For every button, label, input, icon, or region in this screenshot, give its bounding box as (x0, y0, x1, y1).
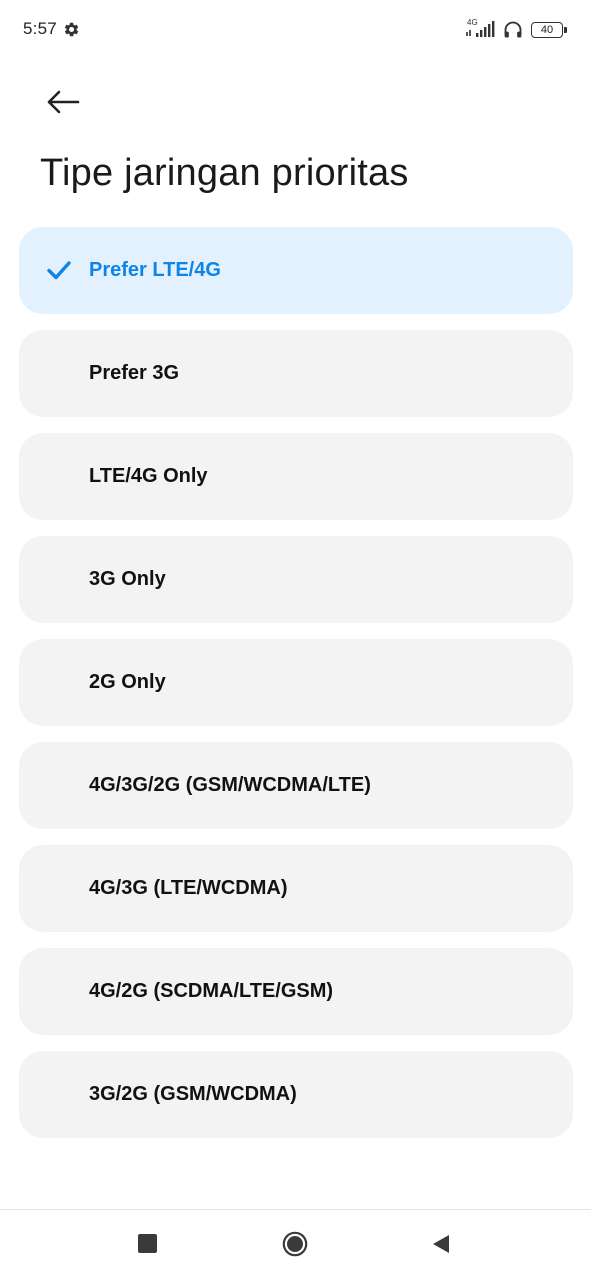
option-4g-3g-2g[interactable]: 4G/3G/2G (GSM/WCDMA/LTE) (19, 742, 573, 829)
headphones-icon (504, 21, 522, 38)
option-label: 4G/3G/2G (GSM/WCDMA/LTE) (89, 774, 371, 796)
option-prefer-3g[interactable]: Prefer 3G (19, 330, 573, 417)
recents-square-icon[interactable] (138, 1234, 157, 1253)
status-icons: 4G 40 (465, 18, 567, 42)
page-title: Tipe jaringan prioritas (40, 152, 409, 194)
back-triangle-icon[interactable] (430, 1233, 452, 1255)
network-type-options: Prefer LTE/4G Prefer 3G LTE/4G Only 3G O… (19, 227, 573, 1154)
option-label: 3G Only (89, 568, 166, 590)
option-label: 4G/2G (SCDMA/LTE/GSM) (89, 980, 334, 1002)
home-circle-icon[interactable] (282, 1231, 308, 1257)
option-label: Prefer LTE/4G (89, 259, 221, 281)
navigation-bar (0, 1210, 591, 1280)
option-3g-only[interactable]: 3G Only (19, 536, 573, 623)
back-button[interactable] (38, 80, 88, 124)
option-label: Prefer 3G (89, 362, 180, 384)
option-label: LTE/4G Only (89, 465, 208, 487)
battery-icon: 40 (531, 22, 567, 38)
option-label: 2G Only (89, 671, 166, 693)
option-label: 4G/3G (LTE/WCDMA) (89, 877, 288, 899)
status-time: 5:57 (23, 19, 57, 38)
option-2g-only[interactable]: 2G Only (19, 639, 573, 726)
status-bar: 5:57 4G 40 (0, 0, 591, 60)
option-4g-3g[interactable]: 4G/3G (LTE/WCDMA) (19, 845, 573, 932)
option-lte-4g-only[interactable]: LTE/4G Only (19, 433, 573, 520)
option-3g-2g[interactable]: 3G/2G (GSM/WCDMA) (19, 1051, 573, 1138)
gear-icon (64, 22, 79, 37)
option-prefer-lte-4g[interactable]: Prefer LTE/4G (19, 227, 573, 314)
arrow-left-icon (47, 90, 80, 114)
option-label: 3G/2G (GSM/WCDMA) (89, 1083, 297, 1105)
option-4g-2g[interactable]: 4G/2G (SCDMA/LTE/GSM) (19, 948, 573, 1035)
checkmark-icon (47, 261, 71, 280)
battery-level: 40 (531, 22, 563, 38)
signal-icon: 4G (465, 19, 495, 41)
